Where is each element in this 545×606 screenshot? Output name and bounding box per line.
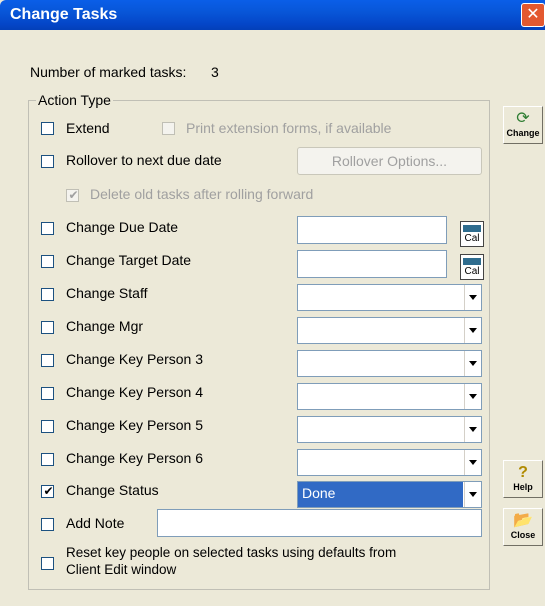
chevron-down-icon[interactable] (464, 450, 481, 475)
chevron-down-icon[interactable] (464, 285, 481, 310)
marked-tasks-count: 3 (211, 64, 219, 80)
delete-old-tasks-label: Delete old tasks after rolling forward (90, 186, 314, 202)
reset-key-people-label-line1: Reset key people on selected tasks using… (66, 545, 397, 560)
reset-key-people-label-line2: Client Edit window (66, 562, 177, 577)
change-button-label: Change (506, 128, 540, 138)
key-person-6-select[interactable] (297, 449, 482, 476)
status-select-value: Done (298, 482, 463, 507)
key-person-5-select[interactable] (297, 416, 482, 443)
action-type-title: Action Type (36, 92, 113, 108)
chevron-down-icon[interactable] (464, 417, 481, 442)
note-input[interactable] (157, 509, 482, 537)
reset-key-people-checkbox[interactable] (41, 557, 54, 570)
refresh-icon: ⟳ (516, 110, 530, 127)
help-button-label: Help (513, 482, 533, 492)
change-target-date-label: Change Target Date (66, 252, 192, 268)
change-staff-checkbox[interactable] (41, 288, 54, 301)
close-window-button[interactable]: ✕ (521, 3, 545, 27)
chevron-down-icon[interactable] (464, 318, 481, 343)
title-bar: Change Tasks ✕ (0, 0, 545, 30)
close-button-label: Close (510, 530, 536, 540)
calendar-icon[interactable]: Cal (460, 254, 484, 280)
add-note-label: Add Note (66, 515, 125, 531)
folder-open-icon: 📂 (513, 512, 533, 529)
print-extension-forms-checkbox[interactable] (162, 122, 175, 135)
change-key-person-3-checkbox[interactable] (41, 354, 54, 367)
close-button[interactable]: 📂 Close (503, 508, 543, 546)
change-key-person-3-label: Change Key Person 3 (66, 351, 203, 367)
extend-label: Extend (66, 120, 110, 136)
change-status-label: Change Status (66, 482, 159, 498)
print-extension-forms-label: Print extension forms, if available (186, 120, 392, 136)
marked-tasks-label: Number of marked tasks: (30, 64, 187, 80)
due-date-input[interactable] (297, 216, 447, 244)
window-title: Change Tasks (10, 6, 118, 23)
key-person-4-select[interactable] (297, 383, 482, 410)
change-key-person-4-checkbox[interactable] (41, 387, 54, 400)
chevron-down-icon[interactable] (464, 351, 481, 376)
check-mark-icon: ✔ (68, 188, 79, 202)
change-mgr-label: Change Mgr (66, 318, 144, 334)
chevron-down-icon[interactable] (464, 482, 481, 507)
change-key-person-4-label: Change Key Person 4 (66, 384, 203, 400)
change-button[interactable]: ⟳ Change (503, 106, 543, 144)
change-staff-label: Change Staff (66, 285, 148, 301)
chevron-down-icon[interactable] (464, 384, 481, 409)
status-select[interactable]: Done (297, 481, 482, 508)
change-key-person-5-checkbox[interactable] (41, 420, 54, 433)
add-note-checkbox[interactable] (41, 518, 54, 531)
mgr-select[interactable] (297, 317, 482, 344)
rollover-checkbox[interactable] (41, 155, 54, 168)
change-key-person-6-label: Change Key Person 6 (66, 450, 203, 466)
extend-checkbox[interactable] (41, 122, 54, 135)
change-status-checkbox[interactable]: ✔ (41, 484, 54, 498)
change-target-date-checkbox[interactable] (41, 255, 54, 268)
delete-old-tasks-checkbox[interactable]: ✔ (66, 188, 79, 202)
check-mark-icon: ✔ (43, 484, 54, 498)
rollover-label: Rollover to next due date (66, 152, 222, 168)
target-date-input[interactable] (297, 250, 447, 278)
change-due-date-checkbox[interactable] (41, 222, 54, 235)
rollover-options-button[interactable]: Rollover Options... (297, 147, 482, 175)
change-key-person-6-checkbox[interactable] (41, 453, 54, 466)
calendar-icon[interactable]: Cal (460, 221, 484, 247)
key-person-3-select[interactable] (297, 350, 482, 377)
help-icon: ? (518, 464, 528, 481)
change-key-person-5-label: Change Key Person 5 (66, 417, 203, 433)
change-due-date-label: Change Due Date (66, 219, 179, 235)
help-button[interactable]: ? Help (503, 460, 543, 498)
change-mgr-checkbox[interactable] (41, 321, 54, 334)
staff-select[interactable] (297, 284, 482, 311)
